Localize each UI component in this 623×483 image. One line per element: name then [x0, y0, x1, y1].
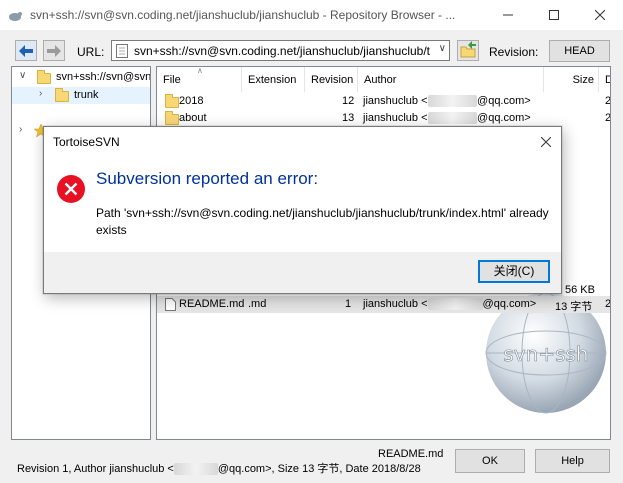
cell-revision: 1	[345, 298, 352, 310]
maximize-icon	[549, 10, 559, 20]
title-bar: svn+ssh://svn@svn.coding.net/jianshuclub…	[0, 0, 623, 30]
cell-file: README.md	[179, 298, 245, 310]
url-value[interactable]: svn+ssh://svn@svn.coding.net/jianshuclub…	[134, 44, 430, 58]
status-text: Revision 1, Author jianshuclub <xxxxxxxx…	[17, 463, 421, 475]
watermark-text: svn+ssh	[503, 342, 588, 366]
cell-author: jianshuclub <xxxxxxxxx@qq.com>	[363, 112, 531, 124]
status-filename: README.md	[378, 448, 444, 460]
arrow-left-icon	[19, 44, 33, 57]
cell-author: jianshuclub <xxxxxxxxxx@qq.com>	[363, 298, 537, 310]
cell-revision: 12	[342, 95, 355, 107]
chevron-right-icon[interactable]: ›	[19, 124, 22, 135]
cell-file: about	[179, 112, 207, 124]
close-icon	[595, 10, 605, 20]
close-window-button[interactable]	[577, 0, 623, 30]
table-row-selected[interactable]: README.md .md 1 jianshuclub <xxxxxxxxxx@…	[157, 296, 611, 313]
tree-item-trunk[interactable]: › trunk	[12, 87, 150, 104]
help-button[interactable]: Help	[535, 449, 610, 473]
browse-folder-button[interactable]	[457, 40, 479, 61]
minimize-icon	[503, 14, 513, 16]
toolbar: URL: svn+ssh://svn@svn.coding.net/jiansh…	[0, 38, 623, 66]
cell-date: 2	[605, 112, 611, 124]
window-title: svn+ssh://svn@svn.coding.net/jianshuclub…	[30, 8, 456, 22]
column-header-file[interactable]: ∧ File	[157, 67, 242, 92]
file-icon	[165, 298, 176, 311]
column-header-author[interactable]: Author	[358, 67, 544, 92]
chevron-right-icon[interactable]: ›	[39, 88, 42, 99]
folder-icon	[165, 94, 179, 108]
arrow-right-icon	[47, 44, 61, 57]
error-heading: Subversion reported an error:	[96, 169, 319, 188]
url-label: URL:	[77, 45, 105, 59]
chevron-expanded-icon[interactable]: ∨	[19, 70, 26, 81]
tree-item-label: trunk	[74, 89, 99, 101]
back-button[interactable]	[15, 40, 37, 61]
page-icon	[116, 44, 128, 58]
folder-icon	[55, 88, 69, 102]
folder-icon	[37, 70, 51, 84]
close-icon	[541, 137, 551, 147]
table-row[interactable]: 2018 12 jianshuclub <xxxxxxxxx@qq.com> 2	[157, 93, 611, 110]
folder-icon	[165, 111, 179, 125]
error-icon	[57, 175, 85, 203]
column-header-revision[interactable]: Revision	[305, 67, 358, 92]
dialog-title: TortoiseSVN	[53, 135, 120, 149]
sort-ascending-icon: ∧	[197, 66, 203, 75]
revision-label: Revision:	[489, 45, 539, 59]
cell-extension: .md	[248, 298, 267, 310]
error-dialog: TortoiseSVN Subversion reported an error…	[43, 126, 562, 294]
cell-revision: 13	[342, 112, 355, 124]
maximize-button[interactable]	[531, 0, 577, 30]
tree-item-root[interactable]: ∨ svn+ssh://svn@svn	[12, 69, 150, 86]
error-message: Path 'svn+ssh://svn@svn.coding.net/jians…	[96, 206, 549, 237]
column-header-size[interactable]: Size	[544, 67, 599, 92]
chevron-down-icon[interactable]: ∨	[439, 43, 446, 54]
cell-author: jianshuclub <xxxxxxxxx@qq.com>	[363, 95, 531, 107]
cell-size: 13 字节	[555, 301, 593, 313]
forward-button[interactable]	[43, 40, 65, 61]
ok-button[interactable]: OK	[455, 449, 525, 473]
dialog-close-button[interactable]	[531, 127, 561, 157]
dialog-content: Subversion reported an error: Path 'svn+…	[44, 157, 561, 252]
cell-date: 2	[605, 298, 611, 310]
cell-date: 2	[605, 95, 611, 107]
cell-file: 2018	[179, 95, 204, 107]
url-combobox[interactable]: svn+ssh://svn@svn.coding.net/jianshuclub…	[111, 40, 450, 61]
table-row[interactable]: about 13 jianshuclub <xxxxxxxxx@qq.com> …	[157, 110, 611, 127]
dialog-title-bar: TortoiseSVN	[44, 127, 561, 157]
tree-item-label: svn+ssh://svn@svn	[56, 71, 151, 83]
column-header-extension[interactable]: Extension	[242, 67, 305, 92]
revision-head-button[interactable]: HEAD	[549, 40, 610, 62]
tortoise-app-icon	[9, 12, 22, 21]
minimize-button[interactable]	[485, 0, 531, 30]
dialog-close-text-button[interactable]: 关闭(C)	[478, 260, 550, 283]
folder-open-icon	[460, 41, 476, 58]
column-header-date[interactable]: D	[599, 67, 610, 92]
